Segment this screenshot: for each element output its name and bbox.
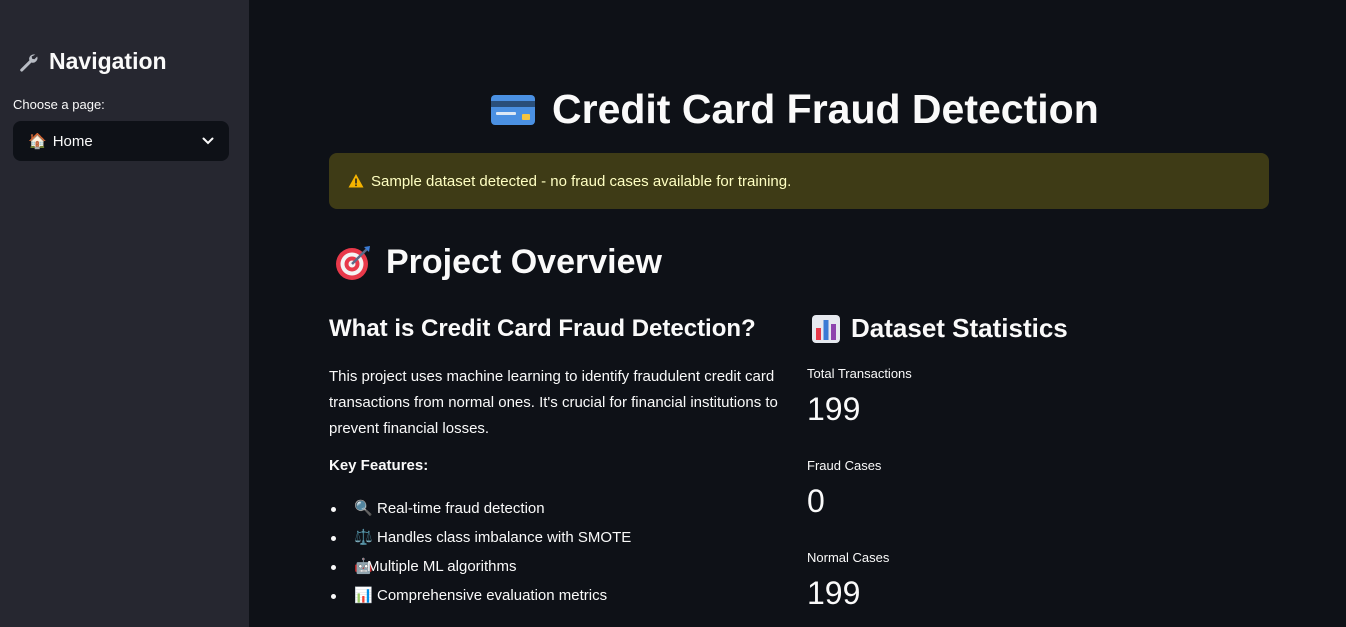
list-item: 🔍 Real-time fraud detection	[329, 496, 631, 525]
project-overview-text: Project Overview	[386, 243, 662, 281]
house-icon: 🏠	[28, 133, 47, 150]
feature-text: Handles class imbalance with SMOTE	[377, 529, 632, 546]
credit-card-icon	[491, 94, 535, 125]
key-features-label: Key Features:	[329, 457, 429, 474]
metric-value: 199	[807, 575, 861, 611]
list-item: 📊 Comprehensive evaluation metrics	[329, 583, 631, 612]
page-title: Credit Card Fraud Detection	[490, 86, 1099, 133]
sidebar: Navigation Choose a page: 🏠 Home	[0, 0, 249, 627]
warning-alert: Sample dataset detected - no fraud cases…	[329, 153, 1269, 209]
dataset-statistics-heading: Dataset Statistics	[811, 313, 1068, 344]
page-select-value: Home	[52, 132, 93, 150]
metric-label: Normal Cases	[807, 550, 890, 565]
project-overview-heading: Project Overview	[334, 243, 662, 282]
robot-icon: 🤖	[354, 558, 373, 575]
metric-total-transactions: Total Transactions 199	[807, 366, 912, 428]
project-description: This project uses machine learning to id…	[329, 368, 778, 437]
metric-value: 0	[807, 483, 825, 519]
feature-text: Comprehensive evaluation metrics	[377, 587, 608, 604]
metric-label: Total Transactions	[807, 366, 912, 381]
page-select[interactable]: 🏠 Home	[13, 121, 229, 161]
bar-chart-icon	[812, 314, 840, 343]
warning-text: Sample dataset detected - no fraud cases…	[371, 172, 792, 190]
list-item: ⚖️ Handles class imbalance with SMOTE	[329, 525, 631, 554]
bar-chart-icon: 📊	[354, 587, 373, 604]
list-item: 🤖Multiple ML algorithms	[329, 554, 631, 583]
sidebar-title-text: Navigation	[49, 48, 167, 74]
chevron-down-icon	[202, 137, 214, 145]
choose-page-label: Choose a page:	[13, 97, 105, 112]
what-is-heading: What is Credit Card Fraud Detection?	[329, 315, 756, 342]
sidebar-title: Navigation	[17, 48, 167, 75]
metric-fraud-cases: Fraud Cases 0	[807, 458, 881, 520]
metric-label: Fraud Cases	[807, 458, 882, 473]
dataset-statistics-text: Dataset Statistics	[851, 313, 1068, 343]
features-list: 🔍 Real-time fraud detection ⚖️ Handles cla…	[329, 496, 631, 612]
wrench-icon	[20, 53, 38, 72]
magnifier-icon: 🔍	[354, 500, 373, 517]
page-title-text: Credit Card Fraud Detection	[552, 86, 1099, 132]
feature-text: Real-time fraud detection	[377, 500, 545, 517]
feature-text: Multiple ML algorithms	[367, 558, 517, 575]
warning-icon	[348, 174, 364, 188]
scales-icon: ⚖️	[354, 529, 373, 546]
metric-normal-cases: Normal Cases 199	[807, 550, 889, 612]
metric-value: 199	[807, 391, 861, 427]
target-icon	[336, 245, 370, 280]
